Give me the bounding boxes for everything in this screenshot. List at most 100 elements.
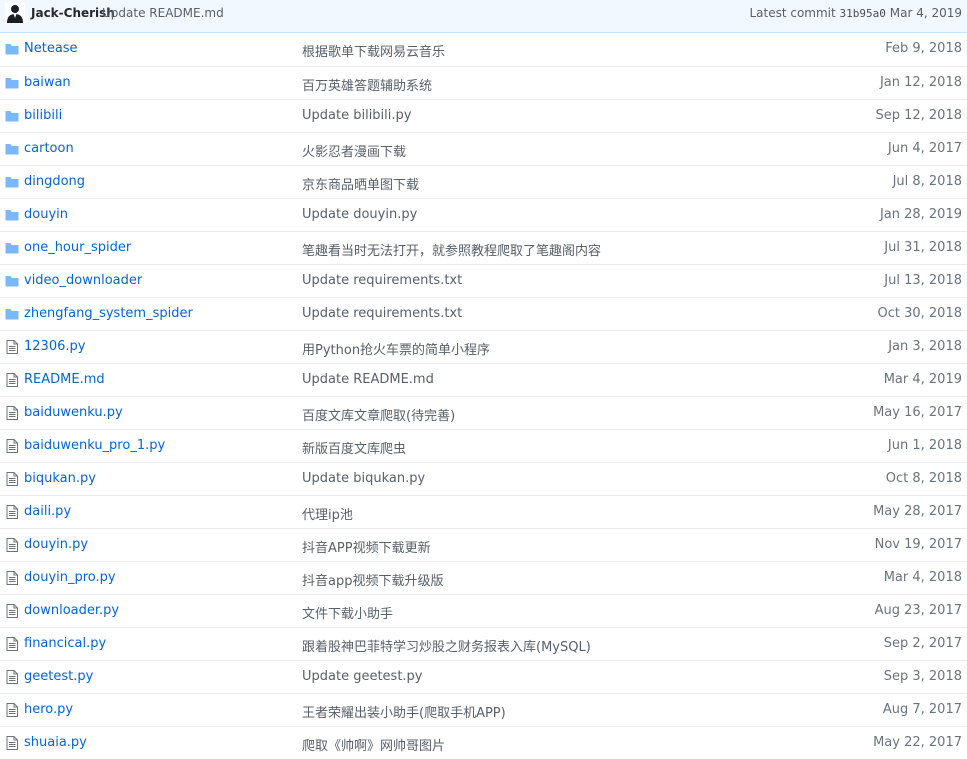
file-name-link[interactable]: geetest.py	[24, 669, 93, 684]
file-icon	[6, 538, 18, 552]
file-row: geetest.py Update geetest.py Sep 3, 2018	[0, 660, 967, 693]
file-name-link[interactable]: douyin.py	[24, 537, 88, 552]
file-name-link[interactable]: daili.py	[24, 504, 71, 519]
file-row: douyin Update douyin.py Jan 28, 2019	[0, 198, 967, 231]
commit-age: May 28, 2017	[873, 504, 962, 519]
file-row: one_hour_spider 笔趣看当时无法打开，就参照教程爬取了笔趣阁内容 …	[0, 231, 967, 264]
file-icon	[6, 736, 18, 750]
commit-message-link[interactable]: Update douyin.py	[302, 207, 417, 222]
commit-message-link[interactable]: 王者荣耀出装小助手(爬取手机APP)	[302, 702, 506, 721]
file-name-link[interactable]: shuaia.py	[24, 735, 87, 750]
folder-icon	[5, 210, 19, 221]
commit-message[interactable]: Update README.md	[102, 6, 224, 20]
folder-icon	[5, 243, 19, 254]
commit-message-link[interactable]: 火影忍者漫画下载	[302, 141, 406, 160]
file-icon	[6, 703, 18, 717]
file-name-link[interactable]: README.md	[24, 372, 105, 387]
file-row: shuaia.py 爬取《帅啊》网帅哥图片 May 22, 2017	[0, 726, 967, 759]
commit-age: Mar 4, 2019	[883, 372, 962, 387]
latest-commit-bar: Jack-Cherish Update README.md Latest com…	[0, 0, 967, 33]
folder-icon	[5, 144, 19, 155]
file-name-link[interactable]: biqukan.py	[24, 471, 96, 486]
file-name-link[interactable]: 12306.py	[24, 339, 85, 354]
commit-message-link[interactable]: 根据歌单下载网易云音乐	[302, 41, 445, 60]
file-name-link[interactable]: downloader.py	[24, 603, 119, 618]
file-name-link[interactable]: douyin	[24, 207, 68, 222]
commit-age: Mar 4, 2018	[883, 570, 962, 585]
file-name-link[interactable]: cartoon	[24, 141, 74, 156]
file-name-link[interactable]: Netease	[24, 41, 78, 56]
file-name-link[interactable]: baiduwenku.py	[24, 405, 123, 420]
commit-message-link[interactable]: 新版百度文库爬虫	[302, 438, 406, 457]
file-name-link[interactable]: one_hour_spider	[24, 240, 131, 255]
file-icon	[6, 406, 18, 420]
commit-message-link[interactable]: Update requirements.txt	[302, 306, 462, 321]
file-name-link[interactable]: financical.py	[24, 636, 106, 651]
commit-message-link[interactable]: 文件下载小助手	[302, 603, 393, 622]
file-icon	[6, 505, 18, 519]
file-icon	[6, 571, 18, 585]
file-name-link[interactable]: baiwan	[24, 75, 71, 90]
commit-age: May 16, 2017	[873, 405, 962, 420]
commit-age: Oct 8, 2018	[885, 471, 962, 486]
file-row: douyin.py 抖音APP视频下载更新 Nov 19, 2017	[0, 528, 967, 561]
file-icon	[6, 439, 18, 453]
commit-age: Sep 2, 2017	[883, 636, 962, 651]
commit-sha[interactable]: 31b95a0	[840, 7, 886, 20]
commit-message-link[interactable]: Update bilibili.py	[302, 108, 411, 123]
file-icon	[6, 670, 18, 684]
folder-icon	[5, 111, 19, 122]
commit-age: Jan 28, 2019	[879, 207, 962, 222]
commit-message-link[interactable]: 代理ip池	[302, 504, 353, 523]
file-name-link[interactable]: baiduwenku_pro_1.py	[24, 438, 165, 453]
file-row: douyin_pro.py 抖音app视频下载升级版 Mar 4, 2018	[0, 561, 967, 594]
commit-message-link[interactable]: Update README.md	[302, 372, 434, 387]
commit-message-link[interactable]: 百度文库文章爬取(待完善)	[302, 405, 455, 424]
file-name-link[interactable]: video_downloader	[24, 273, 142, 288]
commit-message-link[interactable]: 用Python抢火车票的简单小程序	[302, 339, 490, 358]
commit-message-link[interactable]: 笔趣看当时无法打开，就参照教程爬取了笔趣阁内容	[302, 240, 601, 259]
avatar[interactable]	[5, 3, 25, 23]
file-icon	[6, 604, 18, 618]
latest-commit-label: Latest commit	[749, 6, 836, 20]
commit-age: Jun 1, 2018	[887, 438, 962, 453]
file-name-link[interactable]: dingdong	[24, 174, 85, 189]
commit-message-link[interactable]: 百万英雄答题辅助系统	[302, 75, 432, 94]
commit-age: Jun 4, 2017	[887, 141, 962, 156]
file-list: Netease 根据歌单下载网易云音乐 Feb 9, 2018 baiwan 百…	[0, 33, 967, 759]
commit-message-link[interactable]: 跟着股神巴菲特学习炒股之财务报表入库(MySQL)	[302, 636, 591, 655]
folder-icon	[5, 309, 19, 320]
file-name-link[interactable]: hero.py	[24, 702, 73, 717]
file-row: baiwan 百万英雄答题辅助系统 Jan 12, 2018	[0, 66, 967, 99]
file-row: zhengfang_system_spider Update requireme…	[0, 297, 967, 330]
file-row: bilibili Update bilibili.py Sep 12, 2018	[0, 99, 967, 132]
file-icon	[6, 637, 18, 651]
commit-message-link[interactable]: 抖音APP视频下载更新	[302, 537, 431, 556]
commit-message-link[interactable]: 爬取《帅啊》网帅哥图片	[302, 735, 445, 754]
commit-age: Oct 30, 2018	[877, 306, 963, 321]
file-row: daili.py 代理ip池 May 28, 2017	[0, 495, 967, 528]
folder-icon	[5, 44, 19, 55]
file-name-link[interactable]: bilibili	[24, 108, 62, 123]
file-row: baiduwenku_pro_1.py 新版百度文库爬虫 Jun 1, 2018	[0, 429, 967, 462]
commit-age: Sep 12, 2018	[875, 108, 962, 123]
file-row: dingdong 京东商品晒单图下载 Jul 8, 2018	[0, 165, 967, 198]
commit-age: Feb 9, 2018	[885, 41, 962, 56]
file-icon	[6, 373, 18, 387]
commit-message-link[interactable]: 抖音app视频下载升级版	[302, 570, 443, 589]
file-row: biqukan.py Update biqukan.py Oct 8, 2018	[0, 462, 967, 495]
commit-age: May 22, 2017	[873, 735, 962, 750]
commit-message-link[interactable]: 京东商品晒单图下载	[302, 174, 419, 193]
commit-age: Jan 12, 2018	[879, 75, 962, 90]
file-row: 12306.py 用Python抢火车票的简单小程序 Jan 3, 2018	[0, 330, 967, 363]
file-row: hero.py 王者荣耀出装小助手(爬取手机APP) Aug 7, 2017	[0, 693, 967, 726]
commit-message-link[interactable]: Update requirements.txt	[302, 273, 462, 288]
file-name-link[interactable]: douyin_pro.py	[24, 570, 116, 585]
file-name-link[interactable]: zhengfang_system_spider	[24, 306, 193, 321]
commit-message-link[interactable]: Update geetest.py	[302, 669, 423, 684]
file-icon	[6, 472, 18, 486]
file-row: Netease 根据歌单下载网易云音乐 Feb 9, 2018	[0, 33, 967, 66]
commit-age: Jul 31, 2018	[884, 240, 962, 255]
folder-icon	[5, 276, 19, 287]
commit-message-link[interactable]: Update biqukan.py	[302, 471, 425, 486]
